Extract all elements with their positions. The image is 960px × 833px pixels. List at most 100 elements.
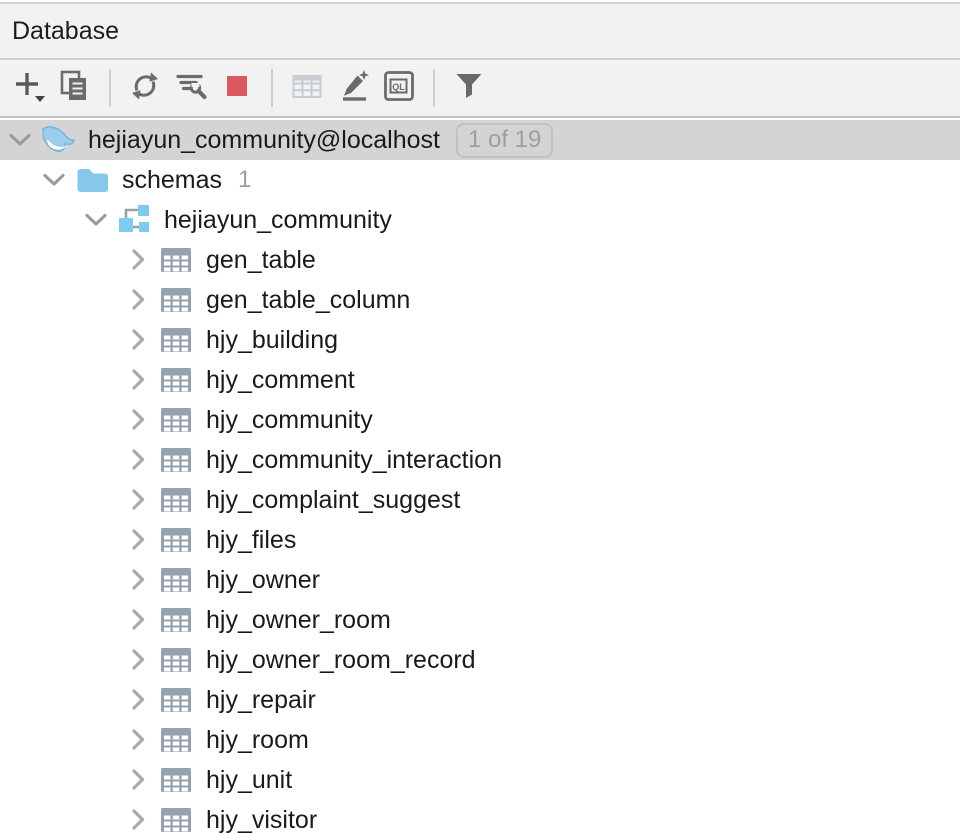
filter-button[interactable] — [446, 65, 492, 111]
tree-row-hjy_repair[interactable]: hjy_repair — [0, 680, 960, 720]
toolbar-separator — [433, 69, 435, 107]
table-icon — [158, 362, 194, 398]
tree-row-hejiayun_community@localhost[interactable]: hejiayun_community@localhost 1 of 19 — [0, 120, 960, 160]
open-table-button[interactable] — [284, 65, 330, 111]
tree-row-label: hejiayun_community@localhost — [88, 125, 440, 154]
tree-row-hjy_files[interactable]: hjy_files — [0, 520, 960, 560]
tree-row-label: hjy_complaint_suggest — [206, 485, 461, 514]
ql-console-icon: QL — [381, 68, 417, 109]
tree-row-label: hjy_room — [206, 725, 309, 754]
row-count: 1 — [238, 166, 252, 193]
tree-row-hjy_visitor[interactable]: hjy_visitor — [0, 800, 960, 833]
add-data-source-button[interactable] — [6, 65, 52, 111]
chevron-right-icon[interactable] — [118, 722, 158, 758]
refresh-icon — [127, 68, 163, 109]
chevron-right-icon[interactable] — [118, 362, 158, 398]
tree-row-label: hjy_community — [206, 405, 373, 434]
stop-button[interactable] — [214, 65, 260, 111]
copy-icon — [57, 68, 93, 109]
table-grid-icon — [289, 68, 325, 109]
schema-icon — [116, 202, 152, 238]
chevron-right-icon[interactable] — [118, 442, 158, 478]
page-title: Database — [12, 16, 120, 45]
tree-row-hjy_complaint_suggest[interactable]: hjy_complaint_suggest — [0, 480, 960, 520]
table-icon — [158, 522, 194, 558]
tree-row-label: hjy_owner_room_record — [206, 645, 476, 674]
modify-button[interactable] — [330, 65, 376, 111]
chevron-right-icon[interactable] — [118, 282, 158, 318]
tree-row-label: hjy_files — [206, 525, 297, 554]
plus-dropdown-icon — [11, 68, 47, 109]
chevron-down-icon[interactable] — [0, 122, 40, 158]
chevron-right-icon[interactable] — [118, 482, 158, 518]
svg-text:QL: QL — [392, 81, 405, 91]
chevron-right-icon[interactable] — [118, 762, 158, 798]
chevron-right-icon[interactable] — [118, 682, 158, 718]
table-icon — [158, 802, 194, 833]
table-icon — [158, 562, 194, 598]
table-icon — [158, 282, 194, 318]
table-icon — [158, 322, 194, 358]
tree-row-label: hjy_repair — [206, 685, 316, 714]
chevron-right-icon[interactable] — [118, 242, 158, 278]
database-tool-window: Database QL hejiayun_community@localhost… — [0, 0, 960, 833]
data-source-properties-button[interactable] — [168, 65, 214, 111]
tree-row-label: hjy_community_interaction — [206, 445, 502, 474]
duplicate-button[interactable] — [52, 65, 98, 111]
tree-row-label: hejiayun_community — [164, 205, 392, 234]
tree-row-hjy_community[interactable]: hjy_community — [0, 400, 960, 440]
tree-row-hjy_room[interactable]: hjy_room — [0, 720, 960, 760]
chevron-right-icon[interactable] — [118, 802, 158, 833]
chevron-right-icon[interactable] — [118, 402, 158, 438]
tornado-wrench-icon — [173, 68, 209, 109]
table-icon — [158, 762, 194, 798]
table-icon — [158, 642, 194, 678]
tree-row-hjy_community_interaction[interactable]: hjy_community_interaction — [0, 440, 960, 480]
tree-row-hjy_comment[interactable]: hjy_comment — [0, 360, 960, 400]
tree-row-label: gen_table — [206, 245, 316, 274]
table-icon — [158, 722, 194, 758]
pencil-star-icon — [335, 68, 371, 109]
funnel-icon — [451, 68, 487, 109]
tree-row-label: schemas — [122, 165, 223, 194]
tree-row-schemas[interactable]: schemas 1 — [0, 160, 960, 200]
tree-row-hjy_owner_room_record[interactable]: hjy_owner_room_record — [0, 640, 960, 680]
table-icon — [158, 442, 194, 478]
tree-row-hjy_unit[interactable]: hjy_unit — [0, 760, 960, 800]
toolbar-separator — [109, 69, 111, 107]
table-icon — [158, 482, 194, 518]
tree-row-label: gen_table_column — [206, 285, 411, 314]
tree-row-label: hjy_unit — [206, 765, 293, 794]
tree-row-hjy_building[interactable]: hjy_building — [0, 320, 960, 360]
chevron-right-icon[interactable] — [118, 522, 158, 558]
chevron-right-icon[interactable] — [118, 642, 158, 678]
mysql-icon — [40, 122, 76, 158]
tree-row-hjy_owner[interactable]: hjy_owner — [0, 560, 960, 600]
table-icon — [158, 602, 194, 638]
chevron-right-icon[interactable] — [118, 562, 158, 598]
tree-row-label: hjy_comment — [206, 365, 355, 394]
chevron-down-icon[interactable] — [76, 202, 116, 238]
refresh-button[interactable] — [122, 65, 168, 111]
database-toolbar: QL — [0, 60, 960, 118]
tree-row-label: hjy_visitor — [206, 805, 318, 833]
chevron-right-icon[interactable] — [118, 602, 158, 638]
tool-window-titlebar: Database — [0, 2, 960, 60]
toolbar-separator — [271, 69, 273, 107]
tree-row-hejiayun_community[interactable]: hejiayun_community — [0, 200, 960, 240]
database-tree: hejiayun_community@localhost 1 of 19 schem… — [0, 118, 960, 833]
tree-row-gen_table[interactable]: gen_table — [0, 240, 960, 280]
chevron-down-icon[interactable] — [34, 162, 74, 198]
tree-row-label: hjy_owner — [206, 565, 320, 594]
tree-row-label: hjy_owner_room — [206, 605, 391, 634]
tree-row-hjy_owner_room[interactable]: hjy_owner_room — [0, 600, 960, 640]
tree-row-gen_table_column[interactable]: gen_table_column — [0, 280, 960, 320]
table-icon — [158, 682, 194, 718]
folder-icon — [74, 162, 110, 198]
query-console-button[interactable]: QL — [376, 65, 422, 111]
connection-badge: 1 of 19 — [455, 122, 554, 158]
chevron-right-icon[interactable] — [118, 322, 158, 358]
stop-square-icon — [219, 68, 255, 109]
tree-row-label: hjy_building — [206, 325, 339, 354]
table-icon — [158, 402, 194, 438]
